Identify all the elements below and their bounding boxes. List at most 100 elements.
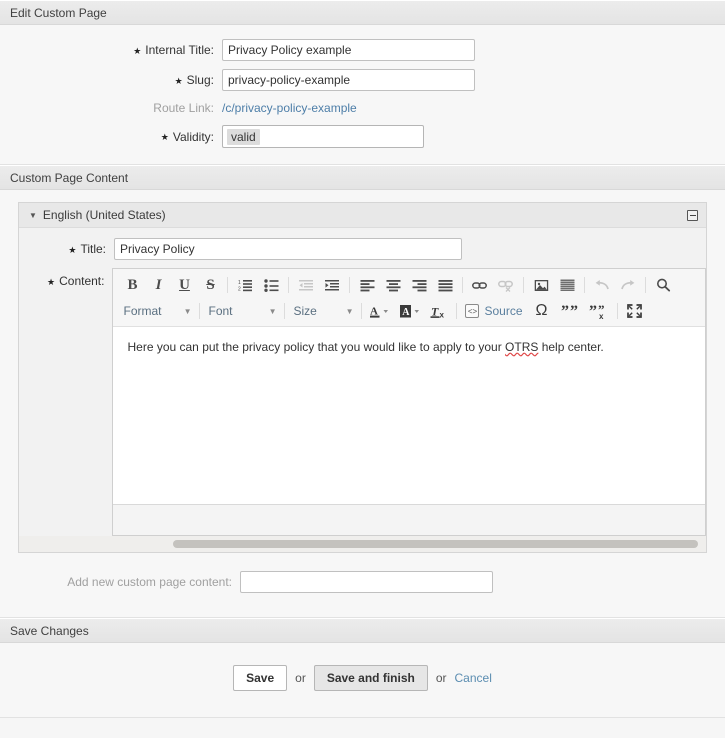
special-character-icon[interactable]: Ω	[527, 300, 557, 322]
indent-icon[interactable]	[319, 274, 345, 296]
language-header[interactable]: ▼ English (United States)	[19, 203, 706, 228]
toolbar-separator	[456, 303, 457, 319]
strikethrough-icon[interactable]: S	[197, 274, 223, 296]
horizontal-rule-icon[interactable]	[554, 274, 580, 296]
language-box: ▼ English (United States) ★ Title: Priva…	[18, 202, 707, 553]
horizontal-scrollbar[interactable]	[19, 536, 706, 552]
image-icon[interactable]	[528, 274, 554, 296]
format-dropdown[interactable]: Format ▼	[119, 300, 195, 322]
bulleted-list-icon[interactable]	[258, 274, 284, 296]
size-dropdown[interactable]: Size ▼	[289, 300, 357, 322]
language-title: ▼ English (United States)	[29, 208, 166, 222]
slug-input[interactable]: privacy-policy-example	[222, 69, 475, 91]
unlink-icon	[493, 274, 519, 296]
page-title: Edit Custom Page	[10, 6, 107, 20]
save-and-finish-button[interactable]: Save and finish	[314, 665, 428, 691]
bold-icon[interactable]: B	[119, 274, 145, 296]
align-justify-icon[interactable]	[432, 274, 458, 296]
remove-quote-icon[interactable]: ””x	[585, 300, 613, 322]
source-button[interactable]: <> Source	[461, 304, 526, 318]
language-name: English (United States)	[43, 208, 166, 222]
svg-text:”: ”	[561, 304, 569, 319]
save-changes-body: Save or Save and finish or Cancel	[0, 643, 725, 718]
toolbar-separator	[284, 303, 285, 319]
route-link-label: Route Link:	[0, 101, 222, 115]
toolbar-separator	[199, 303, 200, 319]
field-row-internal-title: ★ Internal Title: Privacy Policy example	[0, 35, 725, 65]
chevron-down-icon: ▼	[184, 307, 192, 316]
font-dropdown[interactable]: Font ▼	[204, 300, 280, 322]
toolbar-separator	[645, 277, 646, 293]
editor-content-area[interactable]: Here you can put the privacy policy that…	[113, 327, 705, 505]
redo-icon	[615, 274, 641, 296]
required-star-icon: ★	[68, 246, 76, 255]
toolbar-row-2: Format ▼ Font ▼ Size	[115, 298, 703, 324]
cancel-link[interactable]: Cancel	[455, 671, 492, 685]
field-row-add-new-content: Add new custom page content:	[18, 553, 707, 607]
field-row-slug: ★ Slug: privacy-policy-example	[0, 65, 725, 95]
undo-icon	[589, 274, 615, 296]
search-icon[interactable]	[650, 274, 676, 296]
toolbar-separator	[227, 277, 228, 293]
toolbar-separator	[523, 277, 524, 293]
italic-icon[interactable]: I	[145, 274, 171, 296]
validity-label: ★ Validity:	[0, 130, 222, 144]
internal-title-input[interactable]: Privacy Policy example	[222, 39, 475, 61]
toolbar-separator	[462, 277, 463, 293]
toolbar-separator	[288, 277, 289, 293]
editor-misspelled-word: OTRS	[505, 340, 538, 354]
scrollbar-thumb[interactable]	[173, 540, 698, 548]
route-link-value[interactable]: /c/privacy-policy-example	[222, 101, 357, 115]
or-label-2: or	[436, 671, 447, 685]
editor-text-after: help center.	[538, 340, 603, 354]
editor-text-before: Here you can put the privacy policy that…	[127, 340, 505, 354]
chevron-down-icon: ▼	[269, 307, 277, 316]
add-new-content-select[interactable]	[240, 571, 493, 593]
editor-toolbar: B I U S 12	[113, 269, 705, 327]
toolbar-separator	[617, 303, 618, 319]
required-star-icon: ★	[161, 133, 169, 142]
remove-format-icon[interactable]: Tx	[426, 300, 452, 322]
required-star-icon: ★	[133, 47, 141, 56]
required-star-icon: ★	[175, 77, 183, 86]
slug-label: ★ Slug:	[0, 73, 222, 87]
add-new-content-label: Add new custom page content:	[18, 575, 240, 589]
collapse-icon[interactable]	[687, 210, 698, 221]
maximize-icon[interactable]	[622, 300, 648, 322]
background-color-icon[interactable]: A	[396, 300, 426, 322]
align-left-icon[interactable]	[354, 274, 380, 296]
field-row-title: ★ Title: Privacy Policy	[19, 238, 706, 268]
custom-page-content-header: Custom Page Content	[0, 165, 725, 190]
validity-select[interactable]: valid	[222, 125, 424, 148]
svg-text:2: 2	[238, 287, 241, 293]
field-row-validity: ★ Validity: valid	[0, 121, 725, 152]
insert-quote-icon[interactable]: ””	[557, 300, 585, 322]
svg-text:x: x	[440, 310, 445, 319]
save-changes-title: Save Changes	[10, 624, 89, 638]
numbered-list-icon[interactable]: 12	[232, 274, 258, 296]
svg-text:1: 1	[238, 280, 241, 286]
toolbar-row-1: B I U S 12	[115, 272, 703, 298]
link-icon[interactable]	[467, 274, 493, 296]
toolbar-separator	[349, 277, 350, 293]
field-row-content: ★ Content: B I U S	[19, 268, 706, 536]
toolbar-separator	[361, 303, 362, 319]
align-center-icon[interactable]	[380, 274, 406, 296]
toolbar-separator	[584, 277, 585, 293]
save-button[interactable]: Save	[233, 665, 287, 691]
align-right-icon[interactable]	[406, 274, 432, 296]
content-label: ★ Content:	[19, 268, 112, 288]
save-changes-header: Save Changes	[0, 618, 725, 643]
text-color-icon[interactable]: A	[366, 300, 396, 322]
action-buttons-row: Save or Save and finish or Cancel	[0, 643, 725, 717]
editor-footer	[113, 505, 705, 535]
or-label-1: or	[295, 671, 306, 685]
svg-text:x: x	[599, 312, 604, 319]
rich-text-editor: B I U S 12	[112, 268, 706, 536]
language-body: ★ Title: Privacy Policy ★ Content:	[19, 228, 706, 552]
underline-icon[interactable]: U	[171, 274, 197, 296]
source-label: Source	[484, 304, 522, 318]
language-panel-wrapper: ▼ English (United States) ★ Title: Priva…	[0, 190, 725, 617]
title-input[interactable]: Privacy Policy	[114, 238, 462, 260]
format-label: Format	[123, 304, 175, 318]
